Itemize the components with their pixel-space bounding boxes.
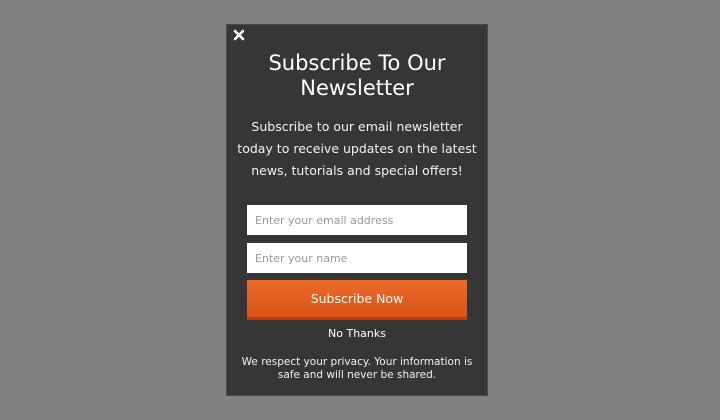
popup-description: Subscribe to our email newsletter today …	[237, 119, 477, 178]
email-input[interactable]	[247, 205, 467, 235]
privacy-notice: We respect your privacy. Your informatio…	[241, 356, 473, 381]
subscribe-button[interactable]: Subscribe Now	[247, 280, 467, 320]
close-icon[interactable]	[231, 27, 247, 43]
page-overlay[interactable]: Subscribe To Our Newsletter Subscribe to…	[0, 0, 720, 420]
name-input[interactable]	[247, 243, 467, 273]
popup-title: Subscribe To Our Newsletter	[268, 51, 446, 100]
no-thanks-link[interactable]: No Thanks	[227, 327, 487, 340]
newsletter-popup: Subscribe To Our Newsletter Subscribe to…	[226, 24, 488, 396]
